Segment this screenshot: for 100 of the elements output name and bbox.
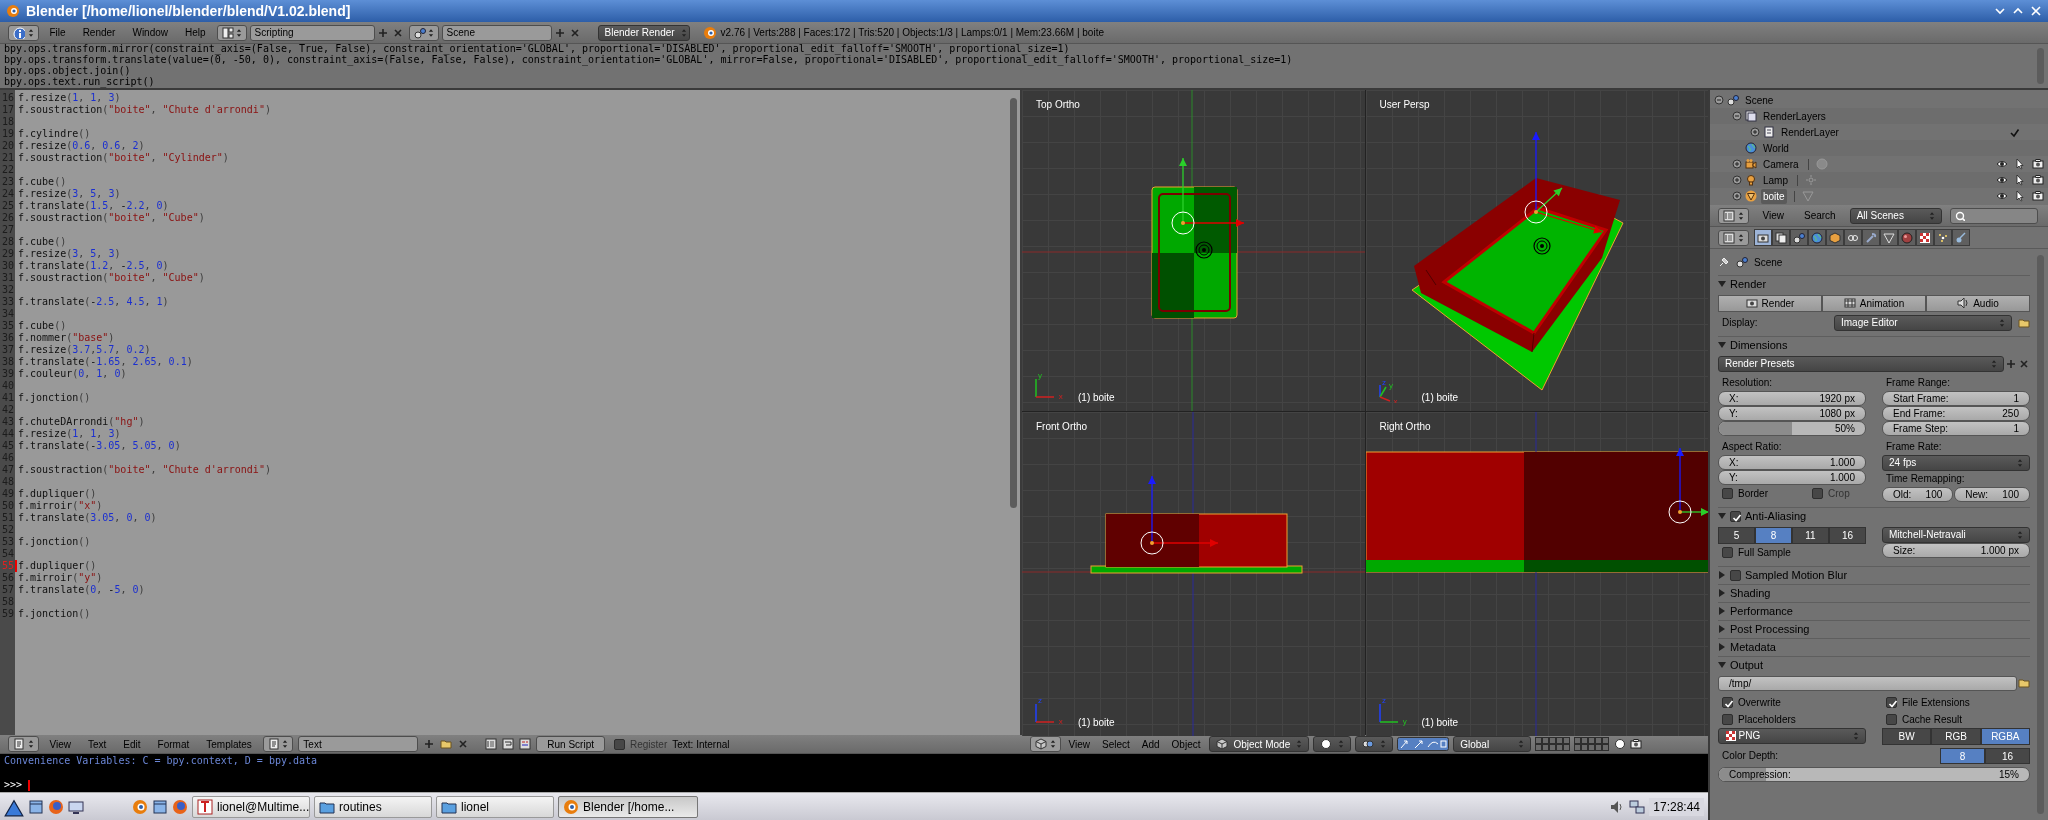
file-manager-icon[interactable]	[28, 798, 44, 815]
checkbox[interactable]	[1722, 546, 1733, 558]
number-field[interactable]: Start Frame: 1	[1882, 390, 2030, 406]
add-icon[interactable]	[377, 26, 390, 39]
delete-icon[interactable]	[568, 26, 581, 39]
outliner-item[interactable]: Camera	[1761, 156, 1801, 172]
outliner-item[interactable]: Scene	[1743, 92, 1776, 108]
viewport-panel[interactable]: Top Ortho (1) boite y x	[1022, 90, 1365, 411]
taskbar-task[interactable]: Blender [/home...	[558, 795, 698, 818]
blender-logo-icon[interactable]	[132, 798, 148, 815]
dropdown[interactable]: Mitchell-Netravali	[1882, 526, 2030, 543]
3d-cursor-icon[interactable]	[1532, 237, 1551, 255]
editor-type-dropdown[interactable]	[1718, 207, 1749, 224]
panel-title[interactable]: Sampled Motion Blur	[1745, 566, 1848, 584]
minimize-button[interactable]	[1994, 5, 2006, 17]
outliner-item[interactable]: World	[1761, 140, 1791, 156]
panel-title[interactable]: Render	[1730, 275, 1767, 293]
slider[interactable]: Compression: 15%	[1718, 766, 2030, 782]
menu-item[interactable]: View	[1756, 208, 1790, 223]
segment-option[interactable]: 16	[1985, 747, 2030, 764]
add-icon[interactable]	[423, 738, 436, 750]
collapse-arrow[interactable]	[1718, 661, 1726, 669]
checkbox[interactable]	[1886, 713, 1897, 725]
collapse-arrow[interactable]	[1718, 512, 1726, 520]
visibility-eye-icon[interactable]	[1996, 158, 2008, 170]
editor-type-dropdown[interactable]	[1718, 229, 1749, 246]
run-script-button[interactable]: Run Script	[536, 736, 605, 752]
panel-title[interactable]: Metadata	[1730, 638, 1776, 656]
selectable-cursor-icon[interactable]	[2014, 158, 2026, 170]
menu-item[interactable]: File	[43, 25, 72, 40]
selectable-cursor-icon[interactable]	[2014, 190, 2026, 202]
menu-item[interactable]: Edit	[117, 736, 147, 752]
viewport-panel[interactable]: Right Ortho (1) boite z y	[1365, 412, 1708, 736]
close-button[interactable]	[2030, 5, 2042, 17]
panel-title[interactable]: Shading	[1730, 584, 1771, 602]
pivot-dropdown[interactable]	[1355, 736, 1394, 752]
editor-type-dropdown[interactable]	[1030, 736, 1061, 752]
add-icon[interactable]	[2005, 357, 2017, 370]
collapse-toggle[interactable]	[1732, 111, 1742, 121]
syntax-highlight-toggle-icon[interactable]	[519, 738, 532, 750]
segment-option[interactable]: BW	[1882, 727, 1932, 745]
renderable-camera-icon[interactable]	[2032, 158, 2044, 170]
panel-title[interactable]: Performance	[1730, 602, 1793, 620]
folder-icon[interactable]	[2018, 677, 2030, 689]
menu-item[interactable]: Templates	[200, 736, 258, 752]
checkbox[interactable]	[1722, 713, 1733, 725]
viewport-panel[interactable]: User Persp (1) boite z y x	[1365, 90, 1708, 411]
box-model-drawing[interactable]	[1090, 513, 1303, 574]
collapse-arrow[interactable]	[1718, 280, 1726, 288]
box-model-drawing[interactable]	[1411, 178, 1623, 391]
editor-type-dropdown[interactable]	[8, 24, 39, 41]
menu-item[interactable]: Search	[1798, 208, 1842, 223]
scene-selector[interactable]	[408, 24, 440, 41]
expand-arrow[interactable]	[1718, 571, 1726, 579]
action-button[interactable]: Audio	[1926, 294, 2030, 312]
scrollbar[interactable]	[1010, 98, 1017, 508]
segment-option[interactable]: RGB	[1931, 727, 1981, 745]
box-model-drawing[interactable]	[1151, 186, 1238, 319]
collapse-arrow[interactable]	[1718, 341, 1726, 349]
outliner-item[interactable]: boite	[1761, 188, 1787, 204]
render-engine-dropdown[interactable]: Blender Render	[597, 24, 690, 41]
taskbar-task[interactable]: lionel@Multime...	[192, 795, 310, 818]
panel-title[interactable]: Anti-Aliasing	[1745, 507, 1807, 525]
menu-item[interactable]: Window	[126, 25, 174, 40]
delete-icon[interactable]	[457, 738, 470, 750]
folder-icon[interactable]	[440, 738, 453, 750]
properties-tab[interactable]	[1753, 229, 1772, 246]
panel-title[interactable]: Dimensions	[1730, 336, 1788, 354]
collapse-toggle[interactable]	[1714, 95, 1724, 105]
number-field[interactable]: X: 1.000	[1718, 454, 1866, 470]
viewport-panel[interactable]: Front Ortho (1) boite z x	[1022, 412, 1365, 736]
expand-toggle[interactable]	[1732, 191, 1742, 201]
browser-icon[interactable]	[172, 798, 188, 815]
line-numbers-toggle-icon[interactable]	[485, 738, 498, 750]
menu-item[interactable]: Render	[76, 25, 122, 40]
panel-title[interactable]: Output	[1730, 656, 1764, 674]
renderable-camera-icon[interactable]	[2032, 190, 2044, 202]
checkbox[interactable]	[1730, 510, 1741, 522]
remove-icon[interactable]	[2018, 357, 2030, 370]
visibility-eye-icon[interactable]	[1996, 174, 2008, 186]
text-browse-button[interactable]	[262, 736, 294, 752]
outliner-item[interactable]: Lamp	[1761, 172, 1790, 188]
layout-field[interactable]: Scripting	[249, 24, 375, 41]
menu-item[interactable]: Object	[1167, 736, 1205, 752]
segment-option[interactable]: 5	[1718, 526, 1755, 544]
taskbar-task[interactable]: routines	[314, 795, 432, 818]
transform-gizmo-drawing[interactable]	[1668, 447, 1708, 524]
checkbox[interactable]	[1722, 487, 1733, 499]
action-button[interactable]: Render	[1718, 294, 1822, 312]
expand-toggle[interactable]	[1732, 175, 1742, 185]
text-name-field[interactable]: Text	[298, 736, 419, 752]
expand-arrow[interactable]	[1718, 625, 1726, 633]
window-list-icon[interactable]	[152, 798, 168, 815]
checkbox[interactable]	[1722, 696, 1733, 708]
word-wrap-toggle-icon[interactable]	[502, 738, 515, 750]
menu-item[interactable]: Select	[1098, 736, 1134, 752]
segment-option[interactable]: 8	[1940, 747, 1985, 764]
action-button[interactable]: Animation	[1822, 294, 1926, 312]
expand-toggle[interactable]	[1750, 127, 1760, 137]
scene-field[interactable]: Scene	[441, 24, 552, 41]
